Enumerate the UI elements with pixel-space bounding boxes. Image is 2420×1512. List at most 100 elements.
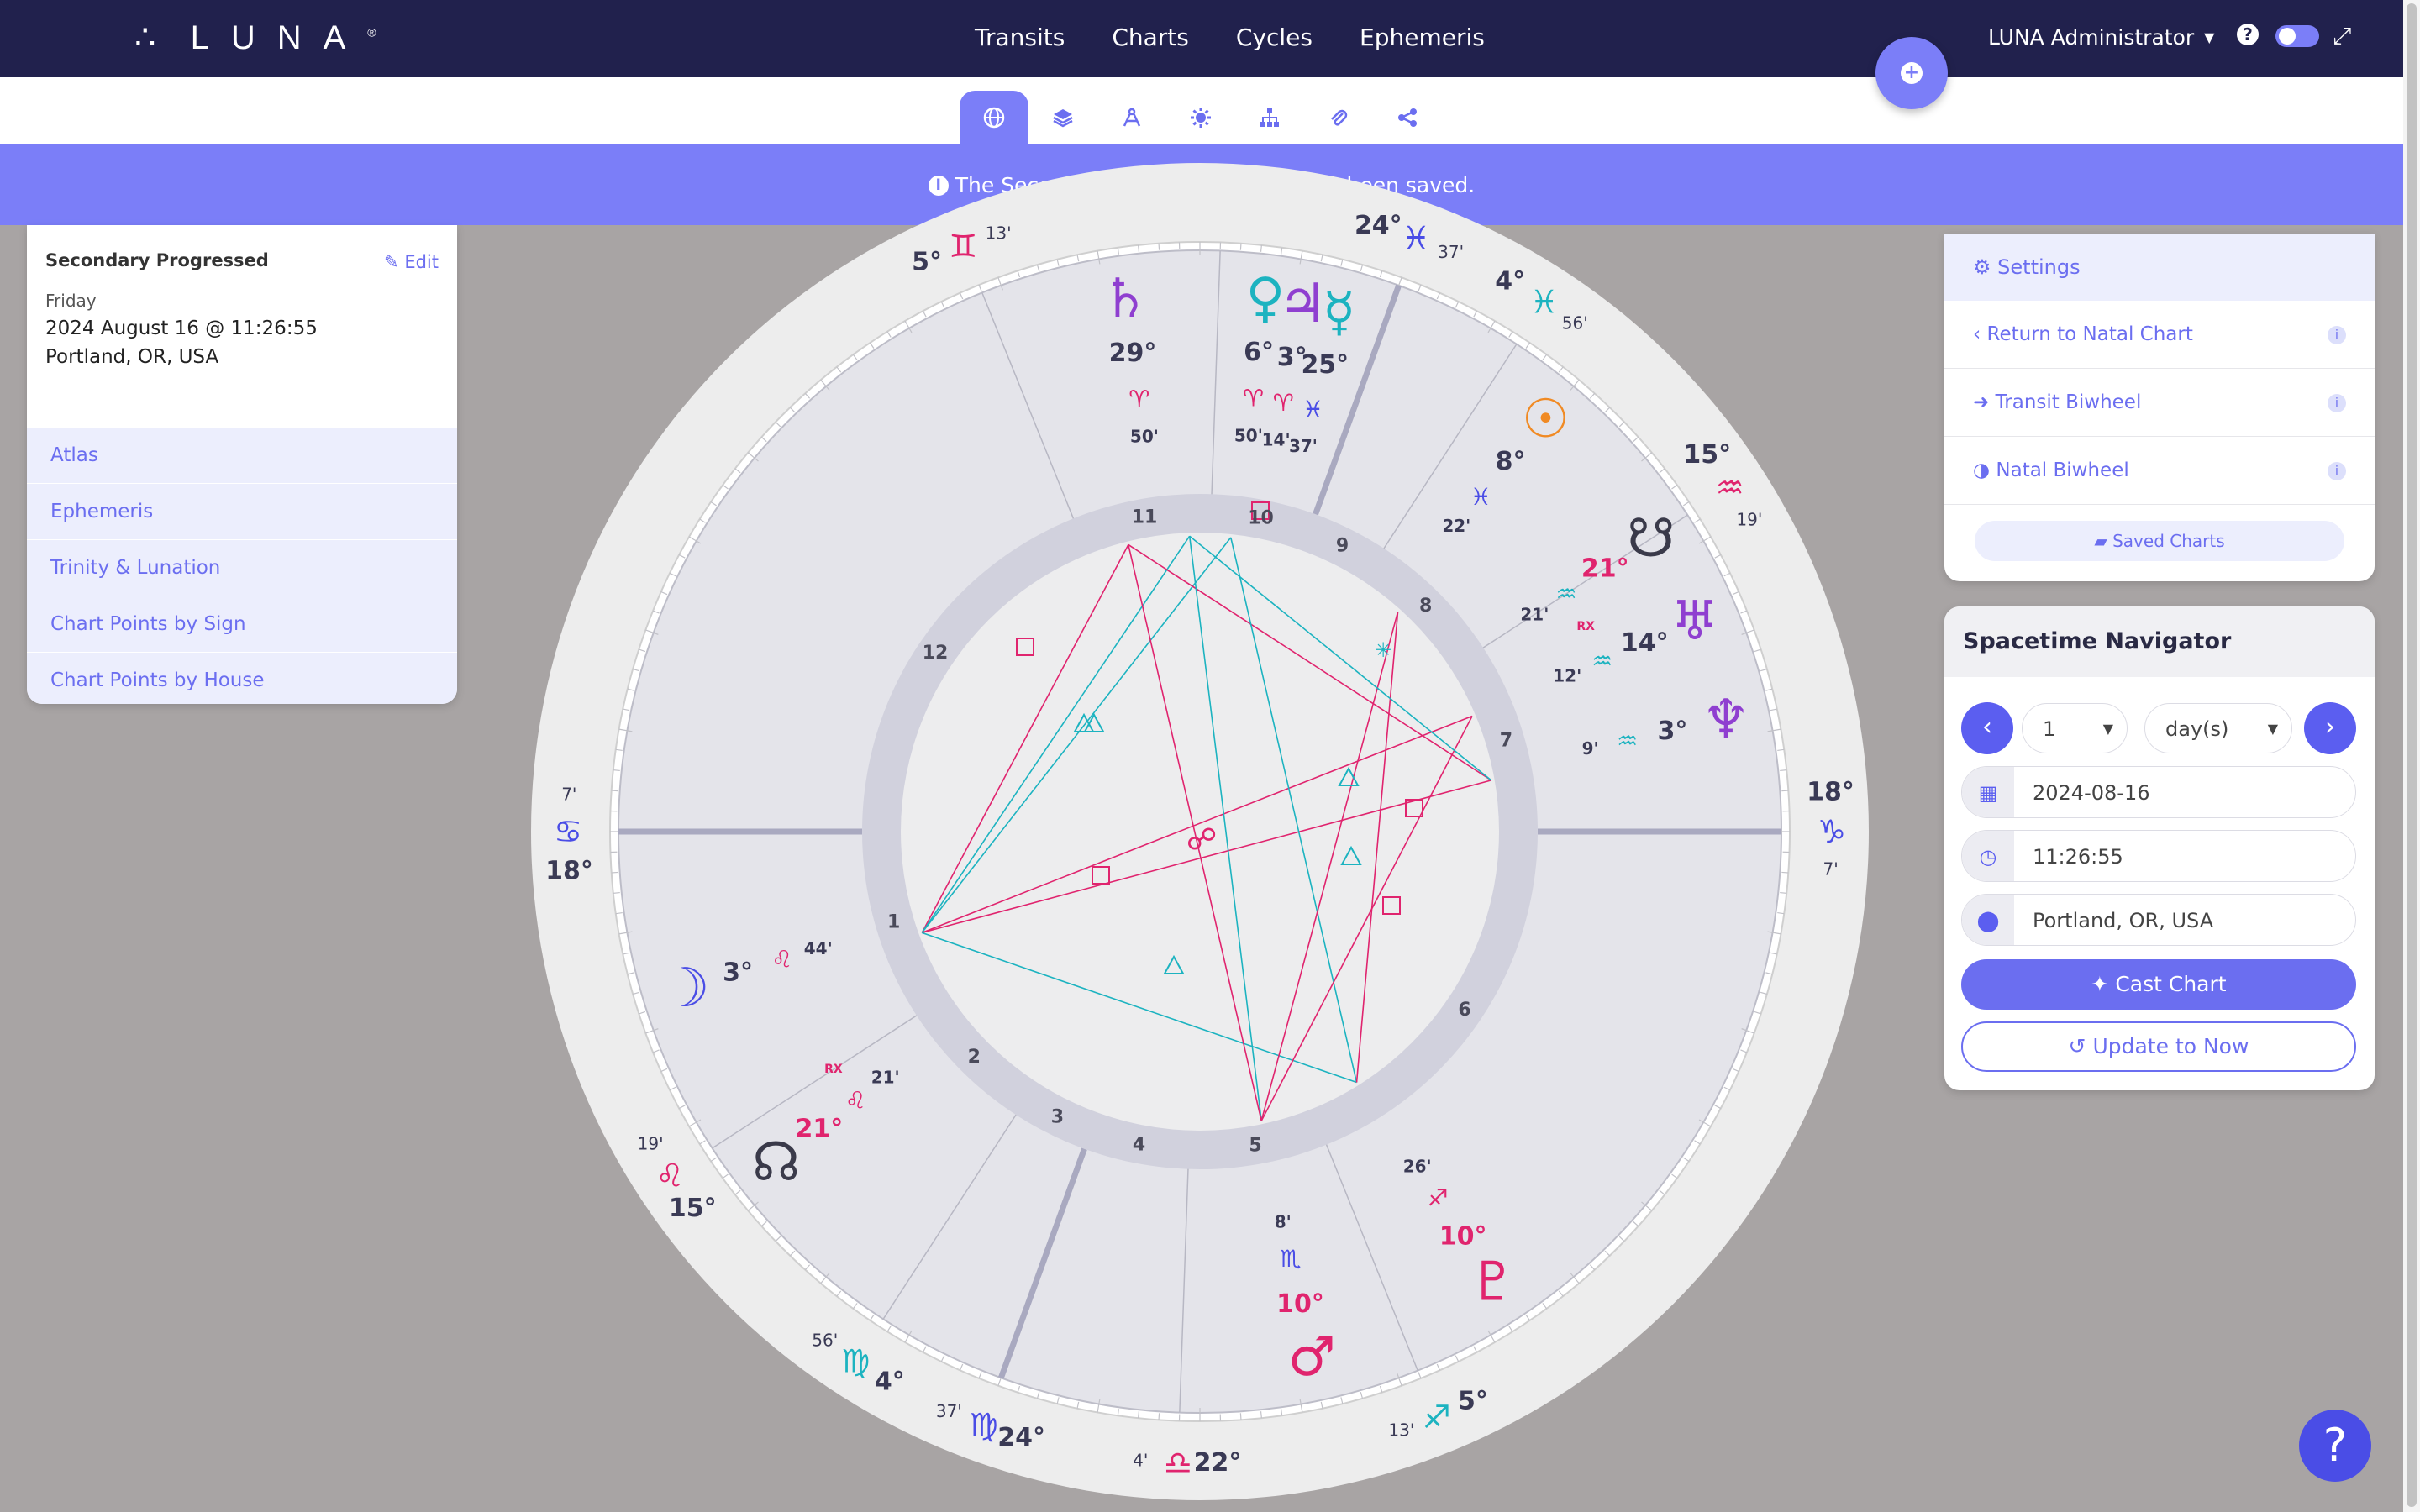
date-field[interactable]: ▦ 2024-08-16 <box>1961 766 2356 818</box>
retrograde-label: RX <box>1576 620 1595 633</box>
link-trinity-lunation[interactable]: Trinity & Lunation <box>27 539 457 596</box>
step-back-button[interactable]: ‹ <box>1961 702 2013 754</box>
link-atlas[interactable]: Atlas <box>27 427 457 483</box>
planet-minutes: 8' <box>1275 1212 1292 1232</box>
house-number-1: 1 <box>887 911 900 932</box>
planet-sign-glyph: ♒ <box>1617 727 1638 754</box>
link-points-by-house[interactable]: Chart Points by House <box>27 652 457 704</box>
house-number-9: 9 <box>1336 535 1349 556</box>
natal-biwheel-label: Natal Biwheel <box>1996 459 2129 481</box>
planet-degree: 6° <box>1244 338 1274 367</box>
planet-degree: 21° <box>1581 554 1629 583</box>
planet-minutes: 22' <box>1442 516 1470 536</box>
chevron-left-icon: ‹ <box>1973 323 1981 345</box>
chart-wheel[interactable]: ✳☍ 1234 56789101112 18°♋7'15°♌19'4°♍56'24… <box>528 134 1872 1512</box>
planet-sign-glyph: ♒ <box>1556 580 1577 607</box>
info-icon[interactable]: i <box>2328 326 2346 344</box>
planet-minutes: 9' <box>1582 738 1599 759</box>
info-icon[interactable]: i <box>2328 394 2346 412</box>
mars-glyph: ♂ <box>1287 1326 1335 1389</box>
saturn-glyph: ♄ <box>1101 268 1149 330</box>
transit-biwheel-link[interactable]: ➜ Transit Biwheel i <box>1944 369 2375 437</box>
link-ephemeris[interactable]: Ephemeris <box>27 483 457 539</box>
cusp-minutes: 19' <box>638 1133 664 1153</box>
toggle-knob <box>2279 28 2296 45</box>
user-name: LUNA Administrator <box>1988 25 2195 50</box>
luna-logo[interactable]: ∴ LUNA® <box>134 18 376 57</box>
house-number-10: 10 <box>1248 507 1274 528</box>
planet-sign-glyph: ♒ <box>1591 647 1612 675</box>
cusp-minutes: 37' <box>936 1401 962 1421</box>
north-node-glyph: ☊ <box>752 1131 800 1194</box>
time-field[interactable]: ◷ 11:26:55 <box>1961 830 2356 882</box>
nav-transits[interactable]: Transits <box>975 24 1065 51</box>
map-pin-icon: ⬤ <box>1962 895 2014 945</box>
link-points-by-sign[interactable]: Chart Points by Sign <box>27 596 457 652</box>
cusp-minutes: 13' <box>986 223 1012 243</box>
planet-sign-glyph: ♐ <box>1428 1184 1449 1212</box>
planet-sign-glyph: ♓ <box>1302 396 1323 423</box>
planet-minutes: 44' <box>804 938 833 958</box>
edit-label: Edit <box>404 252 439 272</box>
step-unit-select[interactable]: day(s) ▼ <box>2144 703 2292 753</box>
cusp-minutes: 7' <box>1823 859 1839 879</box>
user-menu[interactable]: LUNA Administrator ▼ <box>1988 25 2214 50</box>
cast-chart-button[interactable]: ✦ Cast Chart <box>1961 959 2356 1010</box>
settings-header[interactable]: ⚙ Settings <box>1944 234 2375 301</box>
settings-panel: ⚙ Settings ‹ Return to Natal Chart i ➜ Tr… <box>1944 234 2375 581</box>
help-chat-button[interactable]: ? <box>2299 1410 2371 1482</box>
gear-icon: ⚙ <box>1973 255 1991 279</box>
planet-minutes: 37' <box>1289 436 1318 456</box>
planet-minutes: 14' <box>1262 430 1291 450</box>
house-number-12: 12 <box>923 643 949 664</box>
info-icon[interactable]: i <box>2328 462 2346 480</box>
degree-tick <box>1780 891 1787 894</box>
transit-biwheel-label: Transit Biwheel <box>1995 391 2142 413</box>
cusp-sign-glyph: ♒ <box>1716 469 1744 506</box>
house-number-11: 11 <box>1132 507 1158 528</box>
cusp-sign-glyph: ♊ <box>949 228 977 265</box>
degree-tick <box>611 871 618 874</box>
retrograde-label: RX <box>824 1063 843 1076</box>
help-icon[interactable]: ? <box>2237 24 2259 45</box>
chart-info-header: Secondary Progressed ✎ Edit Friday 2024 … <box>27 225 457 427</box>
planet-minutes: 21' <box>1520 604 1549 624</box>
page-scrollbar[interactable] <box>2403 0 2420 1512</box>
degree-tick <box>1260 244 1262 252</box>
planet-minutes: 12' <box>1553 665 1581 685</box>
arrow-right-icon: ➜ <box>1973 391 1990 413</box>
step-amount-select[interactable]: 1 ▼ <box>2022 703 2128 753</box>
natal-biwheel-link[interactable]: ◑ Natal Biwheel i <box>1944 437 2375 505</box>
add-fab-button[interactable]: + <box>1876 37 1948 109</box>
step-unit-value: day(s) <box>2165 717 2229 741</box>
planet-minutes: 26' <box>1403 1156 1432 1176</box>
theme-toggle[interactable] <box>2275 25 2319 47</box>
cusp-minutes: 7' <box>561 784 576 804</box>
biwheel-icon: ◑ <box>1973 459 1991 481</box>
cusp-degree: 18° <box>545 857 593 886</box>
cusp-minutes: 19' <box>1736 510 1762 530</box>
spacetime-navigator: Spacetime Navigator ‹ 1 ▼ day(s) ▼ › ▦ 2024… <box>1944 606 2375 1090</box>
chart-links-list: Atlas Ephemeris Trinity & Lunation Chart… <box>27 427 457 704</box>
update-to-now-button[interactable]: ↺ Update to Now <box>1961 1021 2356 1072</box>
pluto-glyph: ♇ <box>1469 1252 1517 1314</box>
cusp-sign-glyph: ♍ <box>841 1343 870 1380</box>
planet-degree: 3° <box>723 958 753 988</box>
saved-charts-button[interactable]: ▰ Saved Charts <box>1975 521 2344 561</box>
chevron-down-icon: ▼ <box>2102 721 2113 737</box>
cusp-sign-glyph: ♎ <box>1164 1445 1192 1482</box>
scrollbar-thumb[interactable] <box>2407 3 2417 1507</box>
location-field[interactable]: ⬤ Portland, OR, USA <box>1961 894 2356 946</box>
nav-ephemeris[interactable]: Ephemeris <box>1360 24 1485 51</box>
nav-charts[interactable]: Charts <box>1112 24 1189 51</box>
chart-datetime: 2024 August 16 @ 11:26:55 <box>45 318 318 339</box>
edit-button[interactable]: ✎ Edit <box>384 252 439 272</box>
step-forward-button[interactable]: › <box>2304 702 2356 754</box>
sextile-aspect-marker: ✳ <box>1375 638 1392 662</box>
planet-degree: 8° <box>1496 447 1526 476</box>
fullscreen-icon[interactable]: ⤢ <box>2333 22 2351 50</box>
nav-cycles[interactable]: Cycles <box>1236 24 1313 51</box>
return-natal-link[interactable]: ‹ Return to Natal Chart i <box>1944 301 2375 369</box>
degree-tick <box>1780 769 1787 772</box>
uranus-glyph: ♅ <box>1670 591 1718 653</box>
